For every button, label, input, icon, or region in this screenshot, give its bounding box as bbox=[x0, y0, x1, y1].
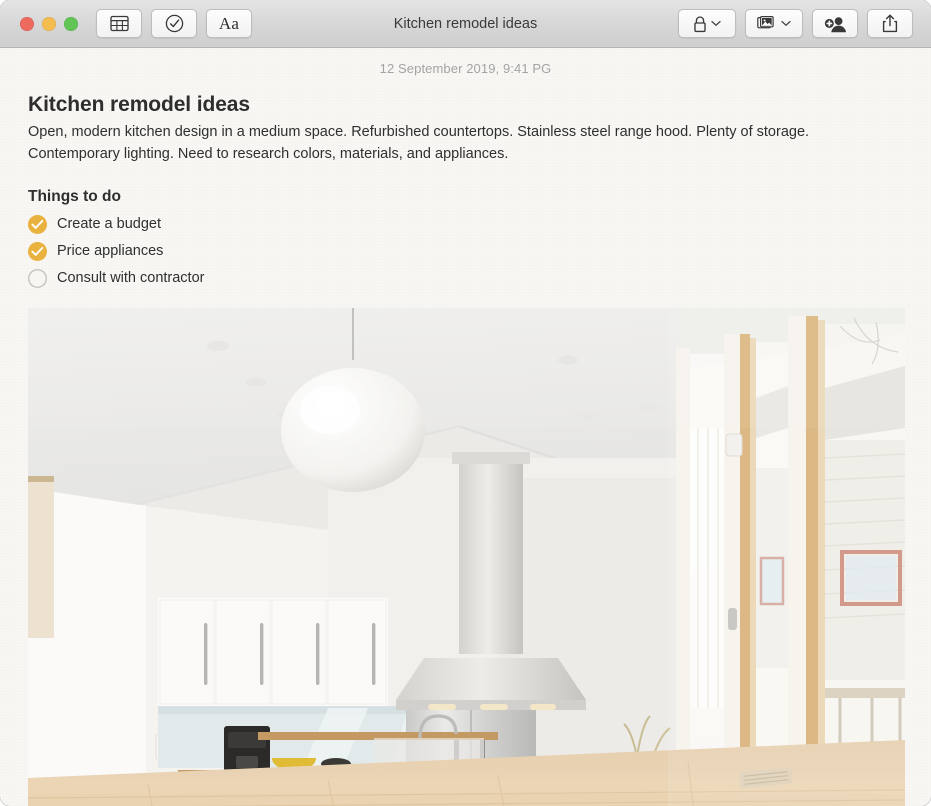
notes-window: Aa Kitchen remodel ideas 12 September 20… bbox=[0, 0, 931, 806]
note-title: Kitchen remodel ideas bbox=[28, 93, 250, 116]
checkbox-unchecked-icon[interactable] bbox=[28, 269, 47, 288]
chevron-down-icon bbox=[711, 20, 721, 27]
toolbar-right-group bbox=[678, 9, 913, 38]
kitchen-photo-illustration bbox=[28, 307, 905, 806]
photos-icon bbox=[757, 15, 777, 32]
traffic-light-group bbox=[20, 16, 78, 31]
checklist-item-label: Consult with contractor bbox=[57, 270, 205, 286]
share-button[interactable] bbox=[867, 9, 913, 38]
minimize-button[interactable] bbox=[42, 16, 56, 31]
list-item[interactable]: Create a budget bbox=[28, 211, 903, 238]
collaborate-button[interactable] bbox=[812, 9, 858, 38]
window-titlebar: Aa Kitchen remodel ideas bbox=[0, 0, 931, 48]
add-person-icon bbox=[823, 15, 848, 33]
note-timestamp: 12 September 2019, 9:41 PG bbox=[379, 61, 552, 76]
close-button[interactable] bbox=[20, 16, 34, 31]
checkbox-checked-icon[interactable] bbox=[28, 214, 47, 234]
share-icon bbox=[882, 14, 898, 33]
chevron-down-icon bbox=[781, 20, 791, 27]
lock-icon bbox=[693, 15, 707, 33]
toolbar-left-group: Aa bbox=[96, 9, 252, 38]
checkbox-checked-icon[interactable] bbox=[28, 241, 47, 261]
checklist-item-label: Create a budget bbox=[57, 216, 161, 232]
list-item[interactable]: Price appliances bbox=[28, 238, 903, 265]
checklist: Create a budget Price appliances Consult… bbox=[28, 211, 903, 292]
lock-button[interactable] bbox=[678, 9, 736, 38]
section-heading: Things to do bbox=[28, 187, 121, 205]
note-content-area[interactable]: 12 September 2019, 9:41 PG Kitchen remod… bbox=[0, 48, 931, 806]
table-icon bbox=[109, 15, 129, 32]
format-button[interactable]: Aa bbox=[206, 9, 252, 38]
list-item[interactable]: Consult with contractor bbox=[28, 265, 903, 292]
media-button[interactable] bbox=[745, 9, 803, 38]
note-text-block: Kitchen remodel ideas Open, modern kitch… bbox=[0, 93, 931, 292]
checklist-item-label: Price appliances bbox=[57, 243, 164, 259]
zoom-button[interactable] bbox=[64, 16, 78, 31]
note-paragraph: Open, modern kitchen design in a medium … bbox=[28, 124, 810, 162]
table-button[interactable] bbox=[96, 9, 142, 38]
text-format-icon: Aa bbox=[218, 14, 240, 33]
kitchen-photo[interactable] bbox=[28, 307, 905, 806]
checkmark-circle-icon bbox=[165, 14, 184, 33]
checklist-button[interactable] bbox=[151, 9, 197, 38]
